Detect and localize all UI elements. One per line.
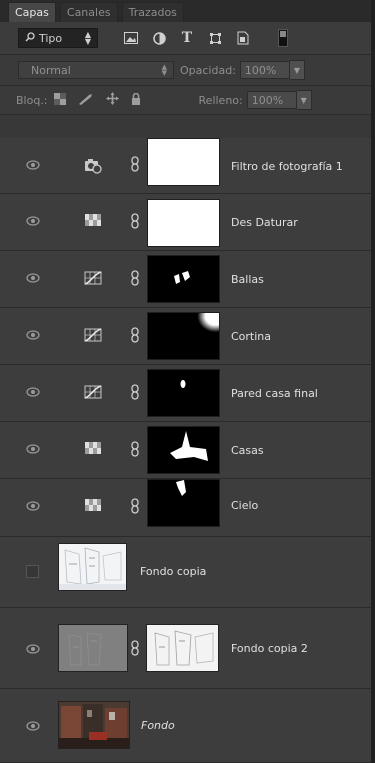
fill-label: Relleno: [198,93,243,107]
layer-row[interactable]: Cortina [0,308,371,365]
lock-icons [53,92,141,108]
curves-icon [84,385,102,399]
fill-field[interactable]: 100% [246,91,297,109]
smart-object-filter-icon[interactable] [236,31,250,45]
layer-name[interactable]: Fondo copia [140,565,206,578]
filter-kind-label: Tipo [39,31,63,45]
layer-name[interactable]: Des Daturar [231,216,298,229]
layer-thumbnail[interactable] [58,624,128,672]
layer-mask-thumbnail[interactable] [147,312,220,360]
search-icon [25,31,35,45]
mask-link-icon[interactable] [130,441,140,457]
mask-link-icon[interactable] [130,213,140,229]
layer-row[interactable]: Fondo copia [0,537,371,608]
layer-mask-thumbnail[interactable] [146,624,219,672]
lock-row: Bloq.: Relleno: 100% ▼ [0,86,371,115]
layer-mask-thumbnail[interactable] [147,479,220,527]
layer-name[interactable]: Cielo [231,499,258,512]
blend-mode-select[interactable]: Normal ▲ ▼ [18,61,174,79]
layer-name[interactable]: Filtro de fotografía 1 [231,160,343,173]
layer-thumbnail[interactable] [58,701,130,749]
layer-name[interactable]: Cortina [231,330,271,343]
tab-capas[interactable]: Capas [8,2,56,22]
layer-mask-thumbnail[interactable] [147,138,220,186]
shape-layer-filter-icon[interactable] [208,31,222,45]
eye-icon[interactable] [26,387,40,397]
filter-icons: T [124,30,250,46]
mask-link-icon[interactable] [130,327,140,343]
mask-link-icon[interactable] [130,156,140,172]
eye-icon[interactable] [26,216,40,226]
updown-arrows-icon: ▲ ▼ [84,30,91,46]
blend-mode-value: Normal [31,63,71,77]
layer-name[interactable]: Casas [231,444,264,457]
eye-icon[interactable] [26,644,40,654]
lock-image-pixels-icon[interactable] [78,93,94,108]
filter-row: Tipo ▲ ▼ T [0,22,371,55]
layers-panel: Capas Canales Trazados Tipo ▲ ▼ T Normal… [0,0,375,763]
chevron-down-icon: ▼ [293,65,300,75]
layer-row[interactable]: Fondo [0,689,371,763]
photo-filter-icon [84,158,102,174]
mask-link-icon[interactable] [130,640,140,656]
layer-row[interactable]: Fondo copia 2 [0,608,371,689]
layer-name[interactable]: Pared casa final [231,387,318,400]
curves-icon [84,328,102,342]
curves-icon [84,271,102,285]
layer-mask-thumbnail[interactable] [147,426,220,474]
hue-saturation-icon [84,498,102,512]
opacity-field[interactable]: 100% [239,61,290,79]
eye-icon[interactable] [26,273,40,283]
layer-row[interactable]: Des Daturar [0,194,371,251]
filter-kind-select[interactable]: Tipo ▲ ▼ [18,28,98,48]
chevron-down-icon: ▼ [300,95,307,105]
layer-mask-thumbnail[interactable] [147,255,220,303]
layer-mask-thumbnail[interactable] [147,199,220,247]
tab-trazados[interactable]: Trazados [121,2,184,22]
hue-saturation-icon [84,441,102,455]
layer-name[interactable]: Fondo copia 2 [231,642,308,655]
layer-row[interactable]: Pared casa final [0,365,371,422]
eye-icon[interactable] [26,501,40,511]
layer-name[interactable]: Fondo [141,719,175,732]
eye-icon[interactable] [26,160,40,170]
updown-arrows-icon: ▲ ▼ [161,63,167,77]
pixel-layer-filter-icon[interactable] [124,31,138,45]
eye-icon[interactable] [26,444,40,454]
mask-link-icon[interactable] [130,384,140,400]
blend-row: Normal ▲ ▼ Opacidad: 100% ▼ [0,55,371,86]
lock-transparent-pixels-icon[interactable] [53,92,66,108]
eye-icon[interactable] [26,721,40,731]
mask-link-icon[interactable] [130,498,140,514]
lock-label: Bloq.: [16,93,48,107]
adjustment-layer-filter-icon[interactable] [152,31,166,45]
mask-link-icon[interactable] [130,270,140,286]
layer-mask-thumbnail[interactable] [147,369,220,417]
opacity-label: Opacidad: [180,63,236,77]
layer-thumbnail[interactable] [58,543,127,591]
fill-dropdown[interactable]: ▼ [296,90,312,110]
layer-row[interactable]: Ballas [0,251,371,308]
opacity-dropdown[interactable]: ▼ [289,60,305,80]
layer-name[interactable]: Ballas [231,273,264,286]
lock-position-icon[interactable] [105,92,119,108]
visibility-toggle-empty[interactable] [26,565,39,578]
filter-toggle[interactable] [278,29,288,47]
eye-icon[interactable] [26,330,40,340]
tab-canales[interactable]: Canales [59,2,118,22]
type-layer-filter-icon[interactable]: T [180,30,194,46]
layer-row[interactable]: Filtro de fotografía 1 [0,138,371,194]
hue-saturation-icon [84,213,102,227]
layer-row[interactable]: Cielo [0,479,371,537]
panel-tabs: Capas Canales Trazados [0,0,371,22]
lock-all-icon[interactable] [131,92,141,108]
layer-row[interactable]: Casas [0,422,371,479]
